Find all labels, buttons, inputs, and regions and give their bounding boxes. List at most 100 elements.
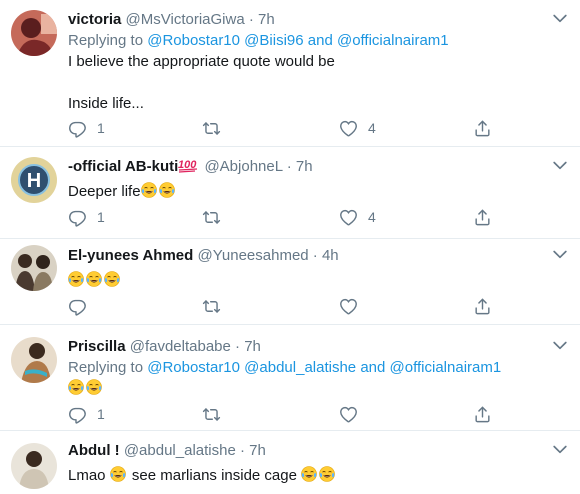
share-icon [473,297,492,316]
tweet-text-start: Lmao [68,467,106,484]
chevron-down-icon[interactable] [550,8,570,28]
user-handle[interactable]: @favdeltababe [130,338,231,355]
mention-link[interactable]: @abdul_alatishe [244,359,356,376]
tweet-text-content: Deeper life [68,183,141,200]
display-name[interactable]: Abdul ! [68,442,120,459]
separator-dot: · [235,338,241,355]
tweet[interactable]: victoria @MsVictoriaGiwa · 7h Replying t… [0,0,580,147]
user-handle[interactable]: @MsVictoriaGiwa [126,11,245,28]
share-button[interactable] [473,404,492,424]
hundred-points-emoji-icon [178,157,198,173]
display-name[interactable]: Priscilla [68,338,126,355]
tweet-text: Deeper life [68,181,570,202]
replying-to-label: Replying to [68,359,144,376]
like-count: 4 [368,120,376,136]
like-icon [339,297,358,316]
timestamp[interactable]: 7h [244,338,261,355]
replying-to-label: Replying to [68,32,144,49]
mention-link[interactable]: @officialnairam1 [337,32,449,49]
reply-icon [68,208,87,227]
like-button[interactable] [339,404,358,424]
reply-count: 1 [97,406,105,422]
tweet-text: Inside life... [68,95,144,112]
reply-count: 1 [97,120,105,136]
reply-count: 1 [97,209,105,225]
user-handle[interactable]: @abdul_alatishe [124,442,236,459]
reply-button[interactable]: 1 [68,118,105,138]
laughing-crying-emoji-icon [319,466,335,482]
avatar[interactable]: H [11,157,57,203]
timestamp[interactable]: 7h [296,158,313,175]
tweet-actions: 1 4 [68,118,498,138]
like-button[interactable] [339,296,358,316]
chevron-down-icon[interactable] [550,439,570,459]
share-button[interactable] [473,207,492,227]
retweet-button[interactable] [202,296,221,316]
retweet-button[interactable] [202,118,231,138]
tweet[interactable]: Abdul ! @abdul_alatishe · 7h Lmao see ma… [0,431,580,494]
reply-button[interactable] [68,296,87,316]
share-icon [473,208,492,227]
share-button[interactable] [473,296,492,316]
avatar[interactable] [11,337,57,383]
separator-dot: · [286,158,292,175]
mention-link[interactable]: @Robostar10 [147,32,240,49]
laughing-crying-emoji-icon [68,271,84,287]
avatar[interactable] [11,245,57,291]
share-button[interactable] [473,118,492,138]
display-name[interactable]: victoria [68,11,121,28]
chevron-down-icon[interactable] [550,335,570,355]
laughing-crying-emoji-icon [86,379,102,395]
retweet-button[interactable] [202,207,231,227]
avatar[interactable] [11,443,57,489]
replying-to: Replying to @Robostar10 @Biisi96 and @of… [68,30,570,51]
timestamp[interactable]: 4h [322,247,339,264]
chevron-down-icon[interactable] [550,155,570,175]
chevron-down-icon[interactable] [550,244,570,264]
avatar[interactable] [11,10,57,56]
tweet[interactable]: El-yunees Ahmed @Yuneesahmed · 4h [0,239,580,325]
reply-button[interactable]: 1 [68,404,105,424]
tweet-text-end: see marlians inside cage [131,467,297,484]
mention-joiner: and [360,359,386,376]
reply-thread: victoria @MsVictoriaGiwa · 7h Replying t… [0,0,580,494]
tweet-actions: 1 [68,404,498,424]
svg-text:H: H [27,170,41,192]
mention-link[interactable]: @officialnairam1 [390,359,502,376]
reply-icon [68,405,87,424]
laughing-crying-emoji-icon [301,466,317,482]
user-handle[interactable]: @Yuneesahmed [197,247,308,264]
separator-dot: · [248,11,254,28]
like-button[interactable]: 4 [339,207,376,227]
reply-icon [68,119,87,138]
retweet-icon [202,405,221,424]
tweet[interactable]: H -official AB-kuti @AbjohneL · 7h Deepe… [0,147,580,239]
tweet-text: Lmao see marlians inside cage [68,465,570,486]
tweet-text [68,378,570,399]
mention-link[interactable]: @Robostar10 [147,359,240,376]
tweet[interactable]: Priscilla @favdeltababe · 7h Replying to… [0,325,580,431]
mention-link[interactable]: @Biisi96 [244,32,303,49]
mention-joiner: and [307,32,333,49]
reply-button[interactable]: 1 [68,207,105,227]
retweet-icon [202,297,221,316]
laughing-crying-emoji-icon [110,466,126,482]
tweet-text-blank [68,72,570,93]
like-icon [339,405,358,424]
tweet-text: I believe the appropriate quote would be [68,53,335,70]
reply-icon [68,297,87,316]
like-icon [339,119,358,138]
retweet-icon [202,119,221,138]
share-icon [473,119,492,138]
laughing-crying-emoji-icon [104,271,120,287]
like-icon [339,208,358,227]
user-handle[interactable]: @AbjohneL [204,158,282,175]
display-name[interactable]: El-yunees Ahmed [68,247,193,264]
display-name[interactable]: -official AB-kuti [68,158,178,175]
tweet-actions [68,296,498,316]
timestamp[interactable]: 7h [258,11,275,28]
retweet-button[interactable] [202,404,221,424]
like-button[interactable]: 4 [339,118,376,138]
timestamp[interactable]: 7h [249,442,266,459]
share-icon [473,405,492,424]
